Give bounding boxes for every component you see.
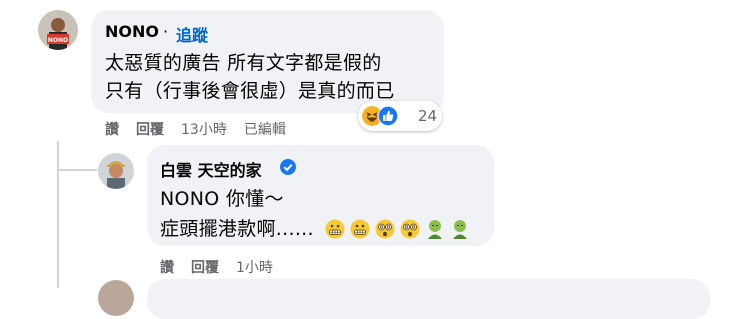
thread-connector — [57, 141, 59, 288]
like-action[interactable]: 讚 — [105, 122, 119, 138]
grimacing-face-icon — [350, 219, 370, 239]
reaction-count: 24 — [418, 107, 438, 125]
reply-author[interactable]: 白雲 天空的家 — [160, 157, 262, 181]
reaction-summary[interactable]: 24 — [358, 101, 442, 131]
comment-actions: 讚 回覆 13小時 已編輯 — [105, 119, 303, 139]
dizzy-face-icon — [400, 219, 420, 239]
avatar-baiyun[interactable] — [98, 153, 134, 189]
avatar-nono[interactable]: NONO — [38, 10, 78, 50]
comment-text-line-1: 太惡質的廣告 所有文字都是假的 — [105, 52, 382, 74]
avatar-next[interactable] — [98, 280, 134, 316]
reply-text-line-2: 症頭擺港款啊...... — [160, 218, 314, 240]
timestamp[interactable]: 13小時 — [181, 122, 227, 138]
dizzy-face-icon — [375, 219, 395, 239]
reply-action[interactable]: 回覆 — [136, 122, 164, 138]
next-comment-bubble — [147, 279, 710, 319]
like-action[interactable]: 讚 — [160, 260, 174, 276]
comment-text-line-2: 只有（行事後會很虛）是真的而已 — [105, 80, 395, 102]
edited-label: 已編輯 — [243, 122, 286, 138]
avatar-badge-text: NONO — [48, 37, 68, 44]
follow-button[interactable]: 追蹤 — [176, 22, 208, 46]
like-icon — [378, 106, 398, 126]
grimacing-face-icon — [325, 219, 345, 239]
separator-dot: · — [163, 22, 169, 41]
thread-branch — [57, 169, 97, 171]
reply-actions: 讚 回覆 1小時 — [160, 257, 290, 277]
nauseated-face-icon — [428, 220, 442, 239]
reply-text-line-1: NONO 你懂～ — [160, 188, 284, 210]
comment-author[interactable]: NONO — [105, 22, 159, 41]
reply-action[interactable]: 回覆 — [191, 260, 219, 276]
timestamp[interactable]: 1小時 — [236, 260, 273, 276]
nauseated-face-icon — [453, 220, 467, 239]
verified-badge-icon — [280, 159, 296, 175]
